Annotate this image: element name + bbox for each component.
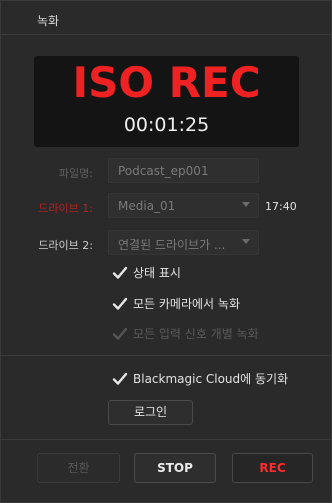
checkmark-icon	[112, 327, 128, 340]
drive2-label: 드라이브 2:	[38, 239, 93, 252]
drive1-remaining-time: 17:40	[265, 200, 297, 213]
login-button[interactable]: 로그인	[108, 400, 193, 425]
filename-label: 파일명:	[58, 167, 93, 180]
status-display-label: 상태 표시	[133, 266, 181, 280]
record-status-display: ISO REC 00:01:25	[34, 56, 299, 147]
cut-button: 전환	[37, 453, 120, 483]
drive1-select[interactable]: Media_01	[108, 193, 259, 218]
drive2-value: 연결된 드라이브가 ...	[118, 238, 226, 252]
rec-button[interactable]: REC	[232, 453, 313, 483]
record-all-inputs-label: 모든 입력 신호 개별 녹화	[133, 327, 259, 341]
chevron-down-icon	[242, 239, 250, 244]
record-timecode: 00:01:25	[123, 114, 210, 136]
footer-divider	[1, 439, 331, 440]
checkmark-icon	[112, 266, 128, 279]
chevron-down-icon	[242, 202, 250, 207]
section-divider	[1, 355, 331, 356]
filename-field[interactable]: Podcast_ep001	[108, 158, 259, 183]
cloud-sync-label: Blackmagic Cloud에 동기화	[133, 372, 289, 386]
drive1-label: 드라이브 1:	[38, 202, 93, 215]
drive2-select[interactable]: 연결된 드라이브가 ...	[108, 230, 259, 255]
drive1-value: Media_01	[118, 199, 176, 213]
record-all-cameras-label: 모든 카메라에서 녹화	[133, 297, 240, 311]
checkmark-icon	[112, 297, 128, 310]
checkmark-icon	[112, 372, 128, 385]
record-mode-text: ISO REC	[72, 58, 261, 107]
filename-value: Podcast_ep001	[118, 164, 209, 178]
stop-button[interactable]: STOP	[134, 453, 216, 483]
title-divider	[1, 34, 331, 35]
recording-panel: 녹화 ISO REC 00:01:25 파일명: Podcast_ep001 드…	[0, 0, 332, 503]
panel-title: 녹화	[37, 14, 60, 28]
